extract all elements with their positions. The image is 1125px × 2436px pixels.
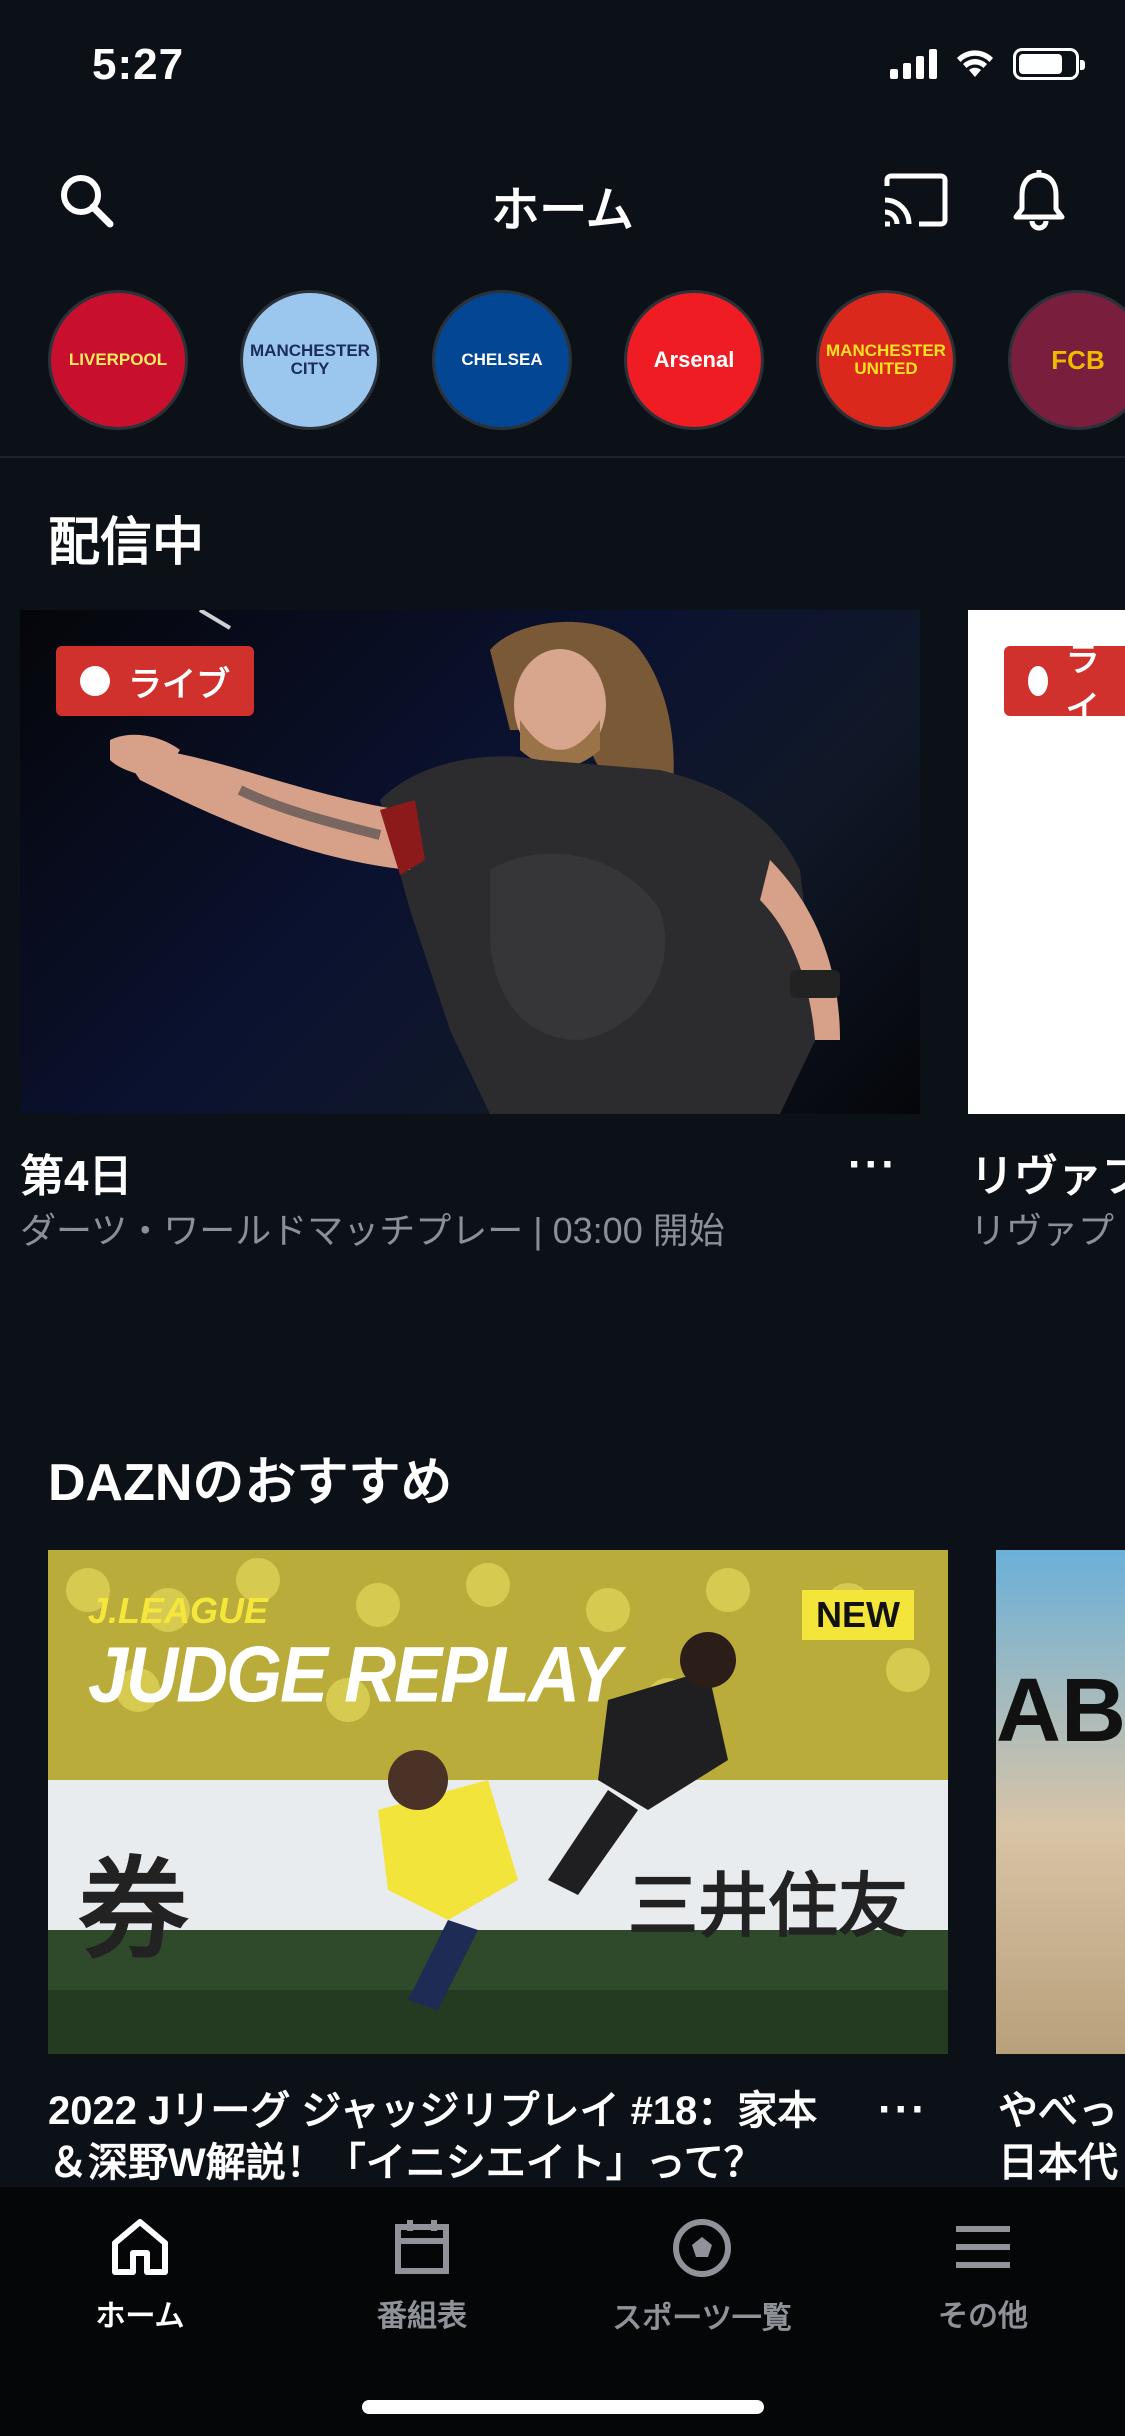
stadium-banner-text: 券 (78, 1849, 188, 1972)
recommended-card-2-thumbnail[interactable]: ABI (996, 1550, 1125, 2054)
team-liverpool[interactable]: LIVERPOOL (48, 290, 188, 430)
live-card-title[interactable]: 第4日 (20, 1140, 132, 1204)
section-title-live: 配信中 (48, 514, 205, 572)
bell-icon (1013, 170, 1065, 231)
stadium-banner-text-2: 三井住友 (628, 1867, 908, 1945)
recommended-card-title[interactable]: 2022 Jリーグ ジャッジリプレイ #18：家本 ＆深野W解説！「イニシエイト… (48, 2085, 817, 2189)
live-badge: ライブ (56, 646, 254, 716)
live-card-thumbnail[interactable]: ライブ (20, 610, 920, 1114)
menu-icon (956, 2226, 1010, 2268)
live-card-subtitle: ダーツ・ワールドマッチプレー | 03:00 開始 (20, 1210, 725, 1251)
team-manchester-united[interactable]: MANCHESTER UNITED (816, 290, 956, 430)
cast-button[interactable] (876, 160, 956, 240)
team-barcelona[interactable]: FCB (1008, 290, 1125, 430)
sports-ball-icon (673, 2219, 731, 2277)
team-arsenal[interactable]: Arsenal (624, 290, 764, 430)
live-badge-2: ライ (1004, 641, 1125, 728)
live-card-2-title[interactable]: リヴァプ (970, 1140, 1125, 1204)
bottom-navigation: ホーム 番組表 スポーツ一覧 その他 (0, 2187, 1125, 2436)
live-dot-icon (80, 666, 110, 696)
live-card-more-button[interactable]: ··· (848, 1140, 898, 1190)
live-card-2-subtitle: リヴァプ (970, 1210, 1115, 1251)
nav-label-sports: スポーツ一覧 (612, 2302, 792, 2335)
favorite-teams-strip: LIVERPOOL MANCHESTER CITY CHELSEA Arsena… (48, 290, 1125, 430)
new-badge: NEW (802, 1590, 914, 1640)
battery-icon (1013, 48, 1085, 80)
nav-label-more: その他 (938, 2300, 1028, 2333)
recommended-card-2-title-line-2: 日本代 (998, 2141, 1118, 2185)
wifi-icon (957, 50, 993, 77)
status-icons (890, 48, 1085, 80)
notifications-button[interactable] (999, 160, 1079, 240)
signal-icon (890, 49, 937, 79)
home-indicator[interactable] (362, 2400, 764, 2414)
nav-label-schedule: 番組表 (377, 2300, 467, 2333)
page-title: ホーム (491, 184, 634, 237)
divider (0, 456, 1125, 458)
nav-label-home: ホーム (95, 2300, 185, 2333)
recommended-card-title-line-1: 2022 Jリーグ ジャッジリプレイ #18：家本 (48, 2089, 818, 2133)
league-label: J.LEAGUE (88, 1590, 269, 1631)
nav-item-schedule[interactable]: 番組表 (312, 2217, 532, 2335)
nav-item-more[interactable]: その他 (873, 2217, 1093, 2335)
team-chelsea[interactable]: CHELSEA (432, 290, 572, 430)
recommended-card-2-title[interactable]: やべっ 日本代 (998, 2085, 1125, 2189)
nav-item-sports[interactable]: スポーツ一覧 (592, 2217, 812, 2337)
home-icon (112, 2219, 168, 2275)
status-time: 5:27 (92, 40, 185, 89)
recommended-card-2-title-line-1: やべっ (998, 2089, 1118, 2133)
card-2-banner-text: ABI (996, 1661, 1125, 1761)
recommended-card-more-button[interactable]: ··· (878, 2085, 928, 2135)
live-dot-icon (1028, 666, 1048, 696)
nav-item-home[interactable]: ホーム (30, 2217, 250, 2335)
calendar-icon (395, 2220, 449, 2274)
team-manchester-city[interactable]: MANCHESTER CITY (240, 290, 380, 430)
live-card-2-thumbnail[interactable]: ライ (968, 610, 1125, 1114)
section-title-recommended: DAZNのおすすめ (48, 1454, 453, 1512)
recommended-card-title-line-2: ＆深野W解説！「イニシエイト」って？ (48, 2141, 764, 2185)
judge-replay-heading: JUDGE REPLAY (88, 1631, 621, 1720)
recommended-card-thumbnail[interactable]: J.LEAGUE JUDGE REPLAY NEW 券 三井住友 (48, 1550, 948, 2054)
cast-icon (884, 173, 948, 227)
